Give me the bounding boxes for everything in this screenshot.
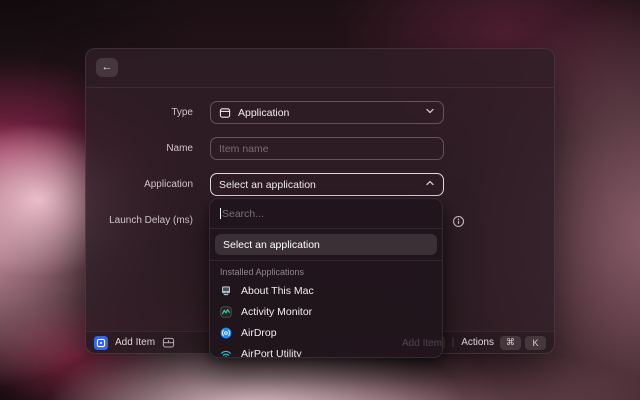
chevron-down-icon: [425, 106, 435, 119]
actions-label: Actions: [461, 337, 494, 348]
type-label: Type: [86, 101, 193, 124]
form-row-type: Type Application: [86, 101, 554, 124]
window-header: ←: [86, 49, 554, 88]
k-key-badge: K: [525, 336, 546, 350]
option-label: AirPort Utility: [241, 348, 302, 359]
selected-option-label: Select an application: [223, 239, 320, 251]
cmd-key-badge: ⌘: [500, 336, 521, 350]
launch-delay-label: Launch Delay (ms): [86, 209, 193, 232]
add-item-extension-icon: [94, 336, 108, 350]
activity-monitor-icon: [220, 306, 232, 318]
footer-left: Add Item: [94, 336, 175, 350]
airdrop-icon: [220, 327, 232, 339]
app-window-icon: [219, 107, 231, 119]
back-button[interactable]: ←: [96, 58, 118, 77]
application-select[interactable]: Select an application: [210, 173, 444, 196]
option-label: About This Mac: [241, 285, 314, 297]
form-row-application: Application Select an application: [86, 173, 554, 196]
option-label: AirDrop: [241, 327, 277, 339]
option-label: Activity Monitor: [241, 306, 312, 318]
name-field: [210, 137, 444, 160]
installed-applications-header: Installed Applications: [210, 261, 442, 280]
type-value: Application: [238, 107, 289, 119]
actions-button[interactable]: Actions ⌘ K: [461, 336, 546, 350]
text-cursor: [220, 208, 221, 219]
dropdown-search-row: [210, 199, 442, 228]
application-value: Select an application: [219, 179, 316, 191]
application-label: Application: [86, 173, 193, 196]
footer-divider: |: [452, 337, 455, 348]
form-row-name: Name: [86, 137, 554, 160]
dropdown-option-airdrop[interactable]: AirDrop: [210, 322, 442, 343]
back-arrow-icon: ←: [102, 61, 113, 73]
application-search-input[interactable]: [222, 208, 432, 220]
dropdown-option-about-this-mac[interactable]: About This Mac: [210, 280, 442, 301]
selected-option-wrap: Select an application: [210, 229, 442, 260]
dropdown-option-selected[interactable]: Select an application: [215, 234, 437, 255]
name-input[interactable]: [219, 143, 435, 155]
mac-icon: [220, 285, 232, 297]
type-select[interactable]: Application: [210, 101, 444, 124]
footer-app-title: Add Item: [115, 337, 155, 348]
archive-box-icon: [162, 336, 175, 349]
name-label: Name: [86, 137, 193, 160]
info-icon[interactable]: [452, 215, 465, 228]
wifi-icon: [220, 348, 232, 359]
application-dropdown-panel: Select an application Installed Applicat…: [209, 198, 443, 358]
dropdown-option-airport-utility[interactable]: AirPort Utility: [210, 343, 442, 358]
dropdown-option-activity-monitor[interactable]: Activity Monitor: [210, 301, 442, 322]
chevron-up-icon: [425, 178, 435, 191]
